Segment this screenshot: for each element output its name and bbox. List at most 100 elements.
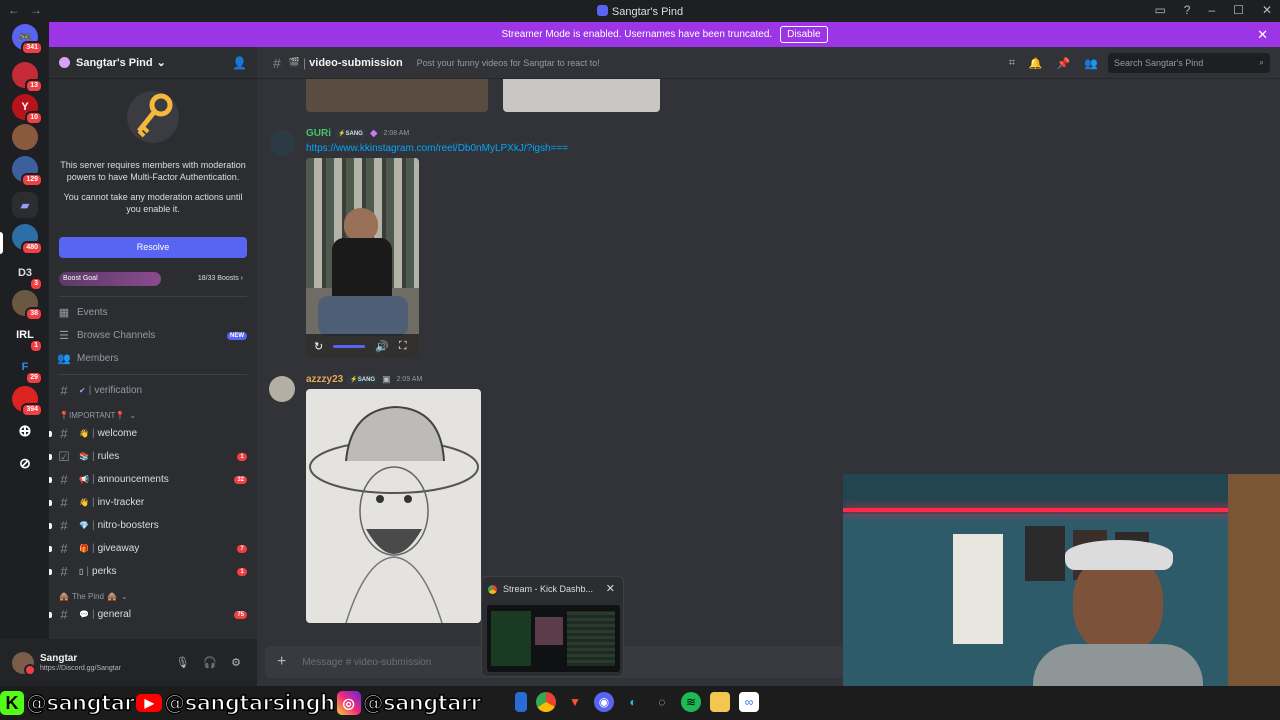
- stream-preview-popup[interactable]: Stream - Kick Dashb... ✕: [481, 576, 624, 677]
- server-icon-irl[interactable]: IRL 1: [12, 322, 43, 353]
- channel-inv-tracker[interactable]: # 👋 | inv-tracker: [49, 491, 249, 514]
- chrome-icon[interactable]: [536, 692, 556, 712]
- active-server-pill: [0, 232, 3, 254]
- led-strip: [843, 508, 1280, 512]
- discover-icon[interactable]: ⊘: [12, 450, 38, 476]
- search-icon: ⌕: [1258, 57, 1264, 67]
- server-icon-d3[interactable]: D3 3: [12, 260, 43, 291]
- resolve-button[interactable]: Resolve: [59, 237, 247, 258]
- server-icon-5[interactable]: 38: [12, 290, 43, 321]
- server-header[interactable]: Sangtar's Pind ⌄ 👤: [49, 47, 257, 79]
- close-icon[interactable]: ✕: [606, 582, 615, 595]
- inbox-icon[interactable]: ▭: [1154, 3, 1165, 17]
- hoodie: [1033, 644, 1203, 686]
- direct-messages-icon[interactable]: 🎮 341: [12, 24, 43, 55]
- server-icon-4[interactable]: 129: [12, 156, 43, 187]
- new-badge: NEW: [227, 331, 247, 340]
- clapper-icon: 🎬: [288, 57, 301, 67]
- obs-icon[interactable]: ◌: [652, 692, 672, 712]
- hash-icon: #: [60, 383, 68, 398]
- edge-icon[interactable]: ◐: [623, 692, 643, 712]
- minimize-button[interactable]: –: [1208, 3, 1215, 17]
- category-important[interactable]: 📍 IMPORTANT 📍 ⌄: [59, 408, 247, 422]
- attachment-image[interactable]: [306, 79, 488, 112]
- microphone-icon[interactable]: 🎙: [175, 656, 189, 669]
- channel-welcome[interactable]: # 👋 | welcome: [49, 422, 249, 445]
- avatar[interactable]: [269, 130, 295, 156]
- person-head: [344, 208, 378, 240]
- channel-topic[interactable]: Post your funny videos for Sangtar to re…: [417, 58, 600, 68]
- maximize-button[interactable]: ☐: [1233, 3, 1244, 17]
- pin-icon: 📍: [115, 410, 126, 420]
- search-input[interactable]: Search Sangtar's Pind ⌕: [1108, 53, 1270, 73]
- nitro-badge-icon: ◆: [369, 128, 378, 139]
- message-link[interactable]: https://www.kkinstagram.com/reel/Db0nMyL…: [306, 143, 568, 154]
- threads-icon[interactable]: ⌗: [1009, 57, 1015, 70]
- rules-icon: ☑: [58, 448, 70, 464]
- volume-icon[interactable]: 🔊: [375, 340, 389, 353]
- server-icon-1[interactable]: 13: [12, 62, 43, 93]
- message-author[interactable]: azzzy23: [306, 374, 343, 385]
- store-icon[interactable]: [515, 692, 527, 712]
- meta-icon[interactable]: ∞: [739, 692, 759, 712]
- folder-icon[interactable]: ▰: [12, 192, 38, 218]
- avatar[interactable]: [12, 651, 36, 676]
- spotify-icon[interactable]: ≋: [681, 692, 701, 712]
- member-list-icon[interactable]: 👥: [1084, 57, 1098, 70]
- attachment-image[interactable]: [503, 79, 660, 112]
- badge-icon: ▣: [382, 374, 391, 384]
- channel-perks[interactable]: # ▯ | perks 1: [49, 560, 249, 583]
- pin-icon[interactable]: 📌: [1057, 57, 1071, 70]
- avatar[interactable]: [269, 376, 295, 402]
- channel-giveaway[interactable]: # 🎁 | giveaway 7: [49, 537, 249, 560]
- replay-icon[interactable]: ↻: [314, 340, 323, 353]
- close-icon[interactable]: ✕: [1257, 27, 1268, 43]
- kick-logo-icon: K: [0, 691, 24, 715]
- bell-icon[interactable]: 🔔: [1029, 57, 1043, 70]
- hash-icon: #: [60, 495, 68, 510]
- server-badge-icon: [59, 57, 70, 68]
- headphones-icon[interactable]: 🎧: [203, 656, 217, 669]
- channel-verification[interactable]: # ✔ | verification: [57, 379, 249, 402]
- timestamp: 2:08 AM: [383, 130, 410, 137]
- title-bar: ← → Sangtar's Pind ▭ ? – ☐ ✕: [0, 0, 1280, 22]
- chevron-down-icon: ⌄: [129, 410, 137, 420]
- brave-icon[interactable]: ▼: [565, 692, 585, 712]
- social-handles-overlay: K @sangtar ▶ @sangtarsingh ◎ @sangtarr: [0, 686, 482, 720]
- gear-icon[interactable]: ⚙: [231, 656, 241, 669]
- folder-icon[interactable]: [710, 692, 730, 712]
- video-embed[interactable]: ↻ 🔊 ⛶: [306, 158, 419, 358]
- stream-thumbnail[interactable]: [487, 605, 620, 672]
- channel-nitro-boosters[interactable]: # 💎 | nitro-boosters: [49, 514, 249, 537]
- door: [953, 534, 1003, 644]
- nav-events[interactable]: ▦ Events: [57, 301, 249, 324]
- close-window-button[interactable]: ✕: [1262, 3, 1272, 17]
- plus-icon[interactable]: +: [277, 653, 286, 671]
- channel-general[interactable]: # 💬 | general 75: [49, 603, 249, 626]
- server-icon-2[interactable]: Y 10: [12, 94, 43, 125]
- invite-icon[interactable]: 👤: [232, 56, 247, 70]
- seek-bar[interactable]: [333, 344, 366, 348]
- chevron-down-icon: ⌄: [120, 591, 128, 601]
- server-icon-3[interactable]: [12, 124, 38, 150]
- channel-announcements[interactable]: # 📢 | announcements 32: [49, 468, 249, 491]
- disable-streamer-button[interactable]: Disable: [780, 26, 828, 43]
- help-icon[interactable]: ?: [1184, 3, 1191, 17]
- nav-members[interactable]: 👥 Members: [57, 347, 249, 370]
- server-icon-active[interactable]: 480: [12, 224, 43, 255]
- sketch-image[interactable]: [306, 389, 481, 623]
- server-icon-7[interactable]: 394: [12, 386, 43, 417]
- discord-icon[interactable]: ◉: [594, 692, 614, 712]
- headphones: [1065, 540, 1173, 570]
- server-icon-6[interactable]: F 29: [12, 354, 43, 385]
- nav-browse-channels[interactable]: ☰ Browse Channels NEW: [57, 324, 249, 347]
- fullscreen-icon[interactable]: ⛶: [399, 340, 407, 353]
- calendar-icon: ▦: [58, 307, 70, 319]
- guild-tag: ⚡SANG: [347, 375, 379, 384]
- category-the-pind[interactable]: 🛖 The Pind 🛖 ⌄: [59, 589, 247, 603]
- header-tools: ⌗ 🔔 📌 👥: [1009, 57, 1098, 70]
- add-server-icon[interactable]: ⊕: [12, 418, 38, 444]
- message-author[interactable]: GURi: [306, 128, 331, 139]
- channel-rules[interactable]: ☑ 📚 | rules 1: [49, 445, 249, 468]
- boost-goal[interactable]: Boost Goal 18/33 Boosts ›: [59, 272, 247, 286]
